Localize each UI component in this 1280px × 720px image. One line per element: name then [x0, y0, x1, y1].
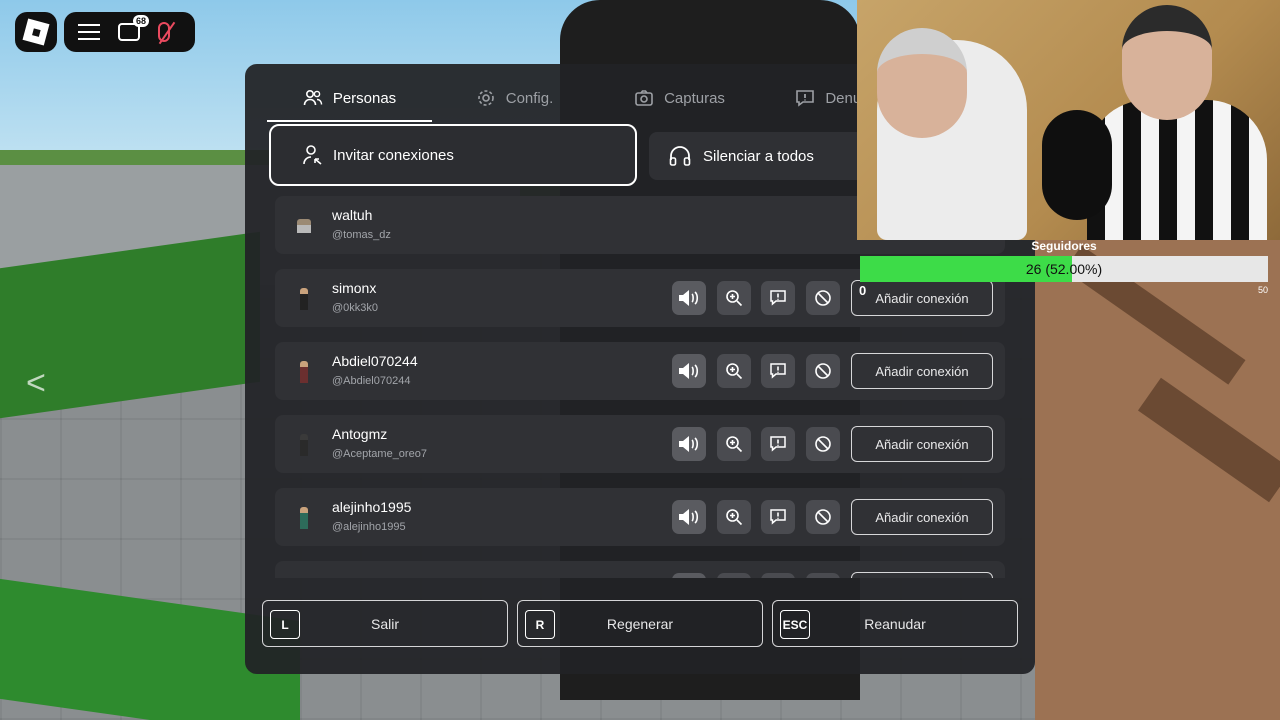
- roblox-menu-button[interactable]: [15, 12, 57, 52]
- followers-title: Seguidores: [1031, 239, 1097, 253]
- add-connection-button[interactable]: Añadir conexión: [851, 280, 993, 316]
- tab-personas[interactable]: Personas: [267, 76, 432, 122]
- add-person-icon: [303, 145, 322, 165]
- avatar: [293, 359, 315, 385]
- followers-progress-text: 26 (52.00%): [1025, 261, 1103, 277]
- player-handle: @Aceptame_oreo7: [332, 448, 427, 460]
- report-icon[interactable]: [761, 500, 795, 534]
- tab-capturas[interactable]: Capturas: [597, 76, 762, 120]
- streamer-right-head: [1122, 5, 1212, 120]
- avatar: [293, 505, 315, 531]
- wooden-floor: [1035, 240, 1280, 720]
- tab-label: Personas: [332, 89, 397, 107]
- tab-label: Capturas: [664, 89, 725, 107]
- avatar: [293, 286, 315, 312]
- speaker-icon[interactable]: [672, 354, 706, 388]
- player-handle: @tomas_dz: [332, 229, 391, 241]
- block-icon[interactable]: [806, 427, 840, 461]
- player-name: Abdiel070244: [332, 353, 418, 369]
- speaker-icon[interactable]: [672, 427, 706, 461]
- player-handle: @Abdiel070244: [332, 375, 411, 387]
- hamburger-icon[interactable]: [78, 24, 100, 40]
- add-connection-button[interactable]: Añadir conexión: [851, 426, 993, 462]
- key-hint: R: [525, 610, 555, 639]
- chevron-left-icon[interactable]: <: [26, 364, 46, 403]
- microphone-icon: [1042, 110, 1112, 220]
- people-icon: [303, 89, 323, 106]
- topbar-pill: 68: [64, 12, 195, 52]
- streamer-left-head: [877, 28, 967, 138]
- block-icon[interactable]: [806, 573, 840, 578]
- headphones-icon: [669, 146, 691, 166]
- report-icon[interactable]: [761, 573, 795, 578]
- block-icon[interactable]: [806, 500, 840, 534]
- report-icon: [796, 90, 815, 107]
- block-icon[interactable]: [806, 281, 840, 315]
- player-row: Antogmz @Aceptame_oreo7 Añadir conexión: [275, 415, 1005, 473]
- leave-button[interactable]: L Salir: [262, 600, 508, 647]
- player-handle: @alejinho1995: [332, 521, 406, 533]
- zoom-in-icon[interactable]: [717, 573, 751, 578]
- invite-connections-button[interactable]: Invitar conexiones: [269, 124, 637, 186]
- invite-label: Invitar conexiones: [333, 146, 454, 164]
- player-row: Abdiel070244 @Abdiel070244 Añadir conexi…: [275, 342, 1005, 400]
- player-name: alejinho1995: [332, 499, 412, 515]
- chat-icon[interactable]: 68: [118, 15, 150, 41]
- block-icon[interactable]: [806, 354, 840, 388]
- roblox-logo-icon: [22, 18, 50, 46]
- report-icon[interactable]: [761, 354, 795, 388]
- player-name: Antogmz: [332, 426, 388, 442]
- player-name: simonx: [332, 280, 377, 296]
- zoom-in-icon[interactable]: [717, 354, 751, 388]
- add-connection-button[interactable]: Añadir conexión: [851, 499, 993, 535]
- gear-icon: [477, 90, 494, 106]
- player-handle: @0kk3k0: [332, 302, 379, 314]
- tab-label: Config.: [505, 89, 554, 107]
- mic-muted-icon[interactable]: [158, 21, 176, 45]
- speaker-icon[interactable]: [672, 281, 706, 315]
- camera-icon: [635, 90, 653, 106]
- player-row: alejinho1995 @alejinho1995 Añadir conexi…: [275, 488, 1005, 546]
- speaker-icon[interactable]: [672, 500, 706, 534]
- webcam-overlay: [857, 0, 1280, 240]
- key-hint: L: [270, 610, 300, 639]
- followers-max: 50: [1258, 285, 1269, 295]
- wood-plank: [1137, 377, 1280, 503]
- speaker-icon[interactable]: [672, 573, 706, 578]
- key-hint: ESC: [780, 610, 810, 639]
- avatar: [293, 432, 315, 458]
- mute-all-label: Silenciar a todos: [703, 147, 814, 165]
- zoom-in-icon[interactable]: [717, 500, 751, 534]
- add-connection-button[interactable]: [851, 572, 993, 578]
- followers-min: 0: [859, 283, 867, 298]
- report-icon[interactable]: [761, 281, 795, 315]
- zoom-in-icon[interactable]: [717, 427, 751, 461]
- chat-badge: 68: [133, 15, 150, 27]
- player-name: waltuh: [332, 207, 373, 223]
- player-list[interactable]: waltuh @tomas_dz simonx @0kk3k0 Añadir c…: [275, 196, 1005, 578]
- respawn-button[interactable]: R Regenerar: [517, 600, 763, 647]
- mute-all-button[interactable]: Silenciar a todos: [649, 132, 869, 180]
- streamer-right: [1087, 100, 1267, 240]
- zoom-in-icon[interactable]: [717, 281, 751, 315]
- resume-button[interactable]: ESC Reanudar: [772, 600, 1018, 647]
- player-row: [275, 561, 1005, 578]
- avatar: [293, 213, 315, 239]
- followers-progress-bar: 26 (52.00%): [860, 256, 1268, 282]
- tab-config[interactable]: Config.: [432, 76, 597, 120]
- add-connection-button[interactable]: Añadir conexión: [851, 353, 993, 389]
- report-icon[interactable]: [761, 427, 795, 461]
